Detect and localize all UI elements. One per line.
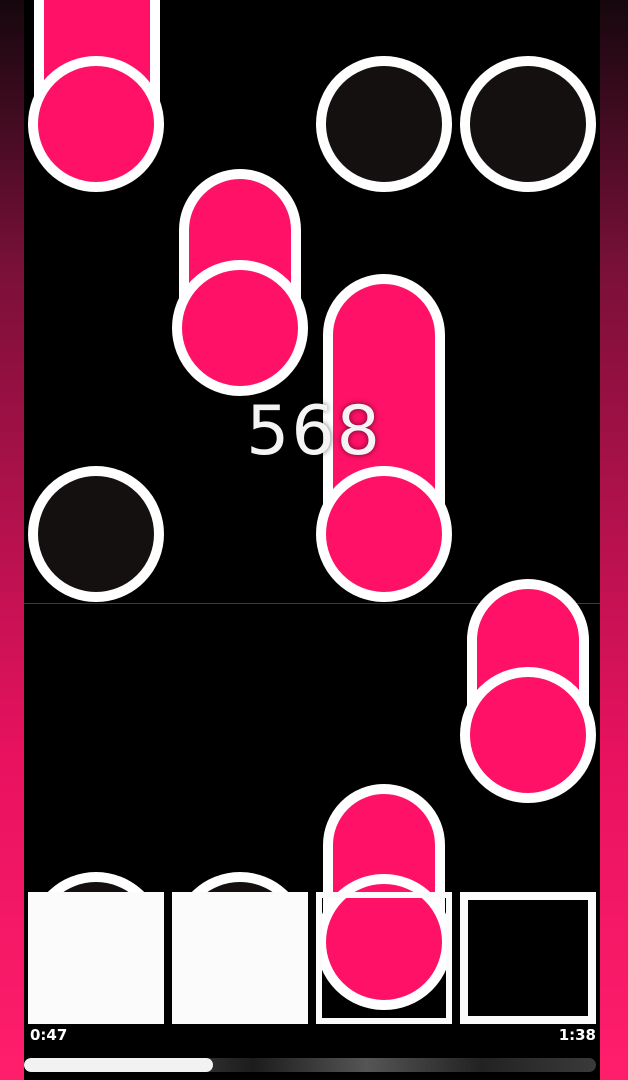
hold-note[interactable] <box>28 0 164 192</box>
total-time: 1:38 <box>558 1026 596 1044</box>
empty-note[interactable] <box>316 56 452 192</box>
empty-note[interactable] <box>28 466 164 602</box>
game-screen: 568 0:47 1:38 <box>0 0 628 1080</box>
lane-3-hit-pad[interactable] <box>316 892 452 1024</box>
score-counter: 568 <box>246 392 382 471</box>
song-progress-bar[interactable] <box>24 1058 596 1072</box>
hold-note[interactable] <box>172 169 308 396</box>
empty-note[interactable] <box>460 56 596 192</box>
lane-2-hit-pad[interactable] <box>172 892 308 1024</box>
lane-1-hit-pad[interactable] <box>28 892 164 1024</box>
elapsed-time: 0:47 <box>30 1026 68 1044</box>
lane-4-hit-pad[interactable] <box>460 892 596 1024</box>
song-progress-fill <box>24 1058 213 1072</box>
hold-note[interactable] <box>460 579 596 803</box>
